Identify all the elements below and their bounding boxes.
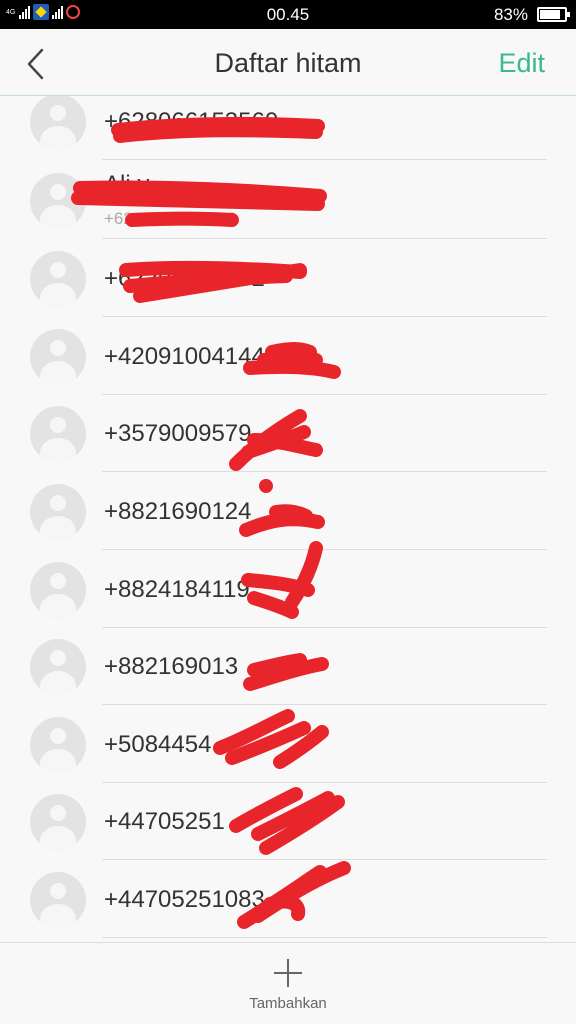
contact-number: +8821690124 xyxy=(104,498,252,525)
contact-number: +8824184119 xyxy=(104,576,250,603)
battery-percentage: 83% xyxy=(493,5,528,24)
contact-row[interactable]: +44705251083 xyxy=(0,861,576,938)
battery-icon xyxy=(537,7,570,22)
contact-row[interactable]: +628066153560 xyxy=(0,96,576,160)
row-divider xyxy=(102,471,547,472)
contact-number: +882169013 xyxy=(104,653,239,680)
contact-row[interactable]: +8821690124 xyxy=(0,473,576,550)
contact-number: +44705251083 xyxy=(104,886,265,913)
row-divider xyxy=(102,549,547,550)
avatar-icon xyxy=(30,562,86,618)
bottom-bar: Tambahkan xyxy=(0,942,576,1024)
row-divider xyxy=(102,238,547,239)
plus-icon xyxy=(274,959,302,987)
contact-number: +3579009579 xyxy=(104,420,252,447)
avatar-icon xyxy=(30,484,86,540)
avatar-icon xyxy=(30,872,86,928)
row-divider xyxy=(102,316,547,317)
contact-number: +44705251 xyxy=(104,808,225,835)
status-bar: 4G 00.45 83% xyxy=(0,0,576,29)
contact-row[interactable]: +3579009579 xyxy=(0,395,576,472)
contact-name: Ali y xyxy=(104,171,150,198)
contact-number: +5084454 xyxy=(104,731,212,758)
blacklist-screen: 4G 00.45 83% Daftar hitam Edit +62806615… xyxy=(0,0,576,1024)
avatar-icon xyxy=(30,406,86,462)
row-divider xyxy=(102,937,547,938)
contact-number: +42091004144 xyxy=(104,343,265,370)
add-label: Tambahkan xyxy=(249,995,327,1012)
avatar-icon xyxy=(30,96,86,150)
contact-row[interactable]: +62298777772 xyxy=(0,240,576,317)
avatar-icon xyxy=(30,794,86,850)
contact-number: +6282120588730 xyxy=(104,209,237,228)
edit-button[interactable]: Edit xyxy=(498,48,545,79)
contact-number: +62298777772 xyxy=(104,265,265,292)
avatar-icon xyxy=(30,173,86,229)
contact-row[interactable]: +5084454 xyxy=(0,706,576,783)
avatar-icon xyxy=(30,329,86,385)
avatar-icon xyxy=(30,639,86,695)
contact-row[interactable]: Ali y +6282120588730 xyxy=(0,162,576,239)
contact-row[interactable]: +882169013 xyxy=(0,628,576,705)
contact-row[interactable]: +8824184119 xyxy=(0,551,576,628)
avatar-icon xyxy=(30,251,86,307)
blocked-contact-list[interactable]: +628066153560 Ali y +6282120588730 +6229877… xyxy=(0,96,576,942)
row-divider xyxy=(102,859,547,860)
contact-row[interactable]: +42091004144 xyxy=(0,318,576,395)
row-divider xyxy=(102,704,547,705)
avatar-icon xyxy=(30,717,86,773)
status-time: 00.45 xyxy=(266,5,310,24)
contact-number: +628066153560 xyxy=(104,108,279,135)
contact-row[interactable]: +44705251 xyxy=(0,783,576,860)
row-divider xyxy=(102,159,547,160)
add-button[interactable]: Tambahkan xyxy=(238,957,338,1017)
battery-level xyxy=(540,10,560,19)
title-bar: Daftar hitam Edit xyxy=(0,29,576,96)
page-title: Daftar hitam xyxy=(214,48,362,78)
